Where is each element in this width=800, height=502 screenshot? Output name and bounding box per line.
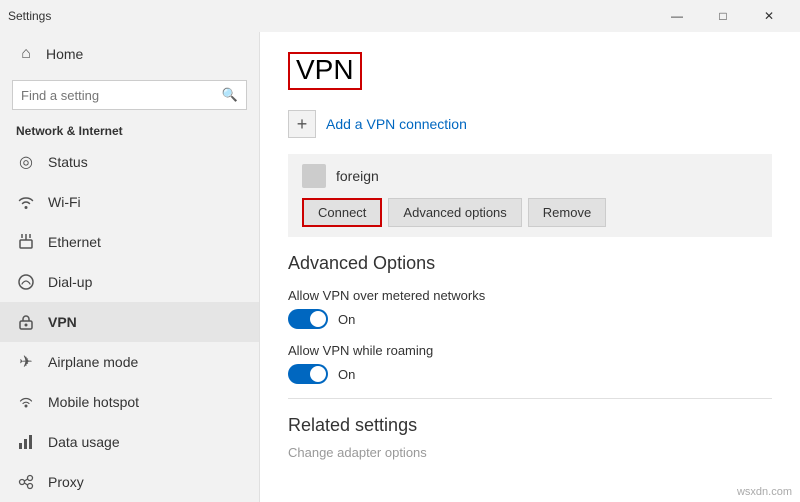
maximize-button[interactable]: □: [700, 0, 746, 32]
sidebar-item-home[interactable]: ⌂ Home: [0, 32, 259, 76]
search-icon: 🔍: [222, 87, 238, 103]
status-icon: ◎: [16, 152, 36, 172]
option1-toggle-label: On: [338, 312, 355, 327]
remove-button[interactable]: Remove: [528, 198, 606, 227]
sidebar-label-vpn: VPN: [48, 314, 77, 330]
home-icon: ⌂: [16, 44, 36, 64]
vpn-icon: [16, 312, 36, 332]
option2-toggle-label: On: [338, 367, 355, 382]
app-body: ⌂ Home 🔍 Network & Internet ◎ Status Wi-…: [0, 32, 800, 502]
sidebar-item-dialup[interactable]: Dial-up: [0, 262, 259, 302]
option2-toggle[interactable]: [288, 364, 328, 384]
sidebar-label-hotspot: Mobile hotspot: [48, 394, 139, 410]
content-area: VPN + Add a VPN connection foreign Conne…: [260, 32, 800, 502]
app-title: Settings: [8, 9, 654, 23]
sidebar-item-wifi[interactable]: Wi-Fi: [0, 182, 259, 222]
sidebar-label-dialup: Dial-up: [48, 274, 92, 290]
proxy-icon: [16, 472, 36, 492]
related-settings-title: Related settings: [288, 398, 772, 436]
sidebar-label-datausage: Data usage: [48, 434, 120, 450]
vpn-entry-icon: [302, 164, 326, 188]
add-vpn-label: Add a VPN connection: [326, 116, 467, 132]
sidebar-item-hotspot[interactable]: Mobile hotspot: [0, 382, 259, 422]
sidebar-item-proxy[interactable]: Proxy: [0, 462, 259, 502]
sidebar-item-ethernet[interactable]: Ethernet: [0, 222, 259, 262]
sidebar-item-airplane[interactable]: ✈ Airplane mode: [0, 342, 259, 382]
sidebar-label-airplane: Airplane mode: [48, 354, 138, 370]
sidebar-item-vpn[interactable]: VPN: [0, 302, 259, 342]
related-settings-section: Related settings Change adapter options: [288, 398, 772, 460]
option1-toggle[interactable]: [288, 309, 328, 329]
sidebar-label-ethernet: Ethernet: [48, 234, 101, 250]
wifi-icon: [16, 192, 36, 212]
option2-label: Allow VPN while roaming: [288, 343, 772, 358]
sidebar-item-status[interactable]: ◎ Status: [0, 142, 259, 182]
change-adapter-link[interactable]: Change adapter options: [288, 445, 427, 460]
title-bar: Settings — □ ✕: [0, 0, 800, 32]
window-controls: — □ ✕: [654, 0, 792, 32]
minimize-button[interactable]: —: [654, 0, 700, 32]
watermark: wsxdn.com: [737, 486, 792, 498]
sidebar-home-label: Home: [46, 46, 83, 62]
option1-label: Allow VPN over metered networks: [288, 288, 772, 303]
advanced-options-title: Advanced Options: [288, 253, 772, 274]
vpn-entry-name: foreign: [336, 168, 379, 184]
sidebar-label-proxy: Proxy: [48, 474, 84, 490]
airplane-icon: ✈: [16, 352, 36, 372]
sidebar-search-box[interactable]: 🔍: [12, 80, 247, 110]
add-vpn-icon: +: [288, 110, 316, 138]
sidebar-label-status: Status: [48, 154, 88, 170]
add-vpn-row[interactable]: + Add a VPN connection: [288, 110, 772, 138]
sidebar: ⌂ Home 🔍 Network & Internet ◎ Status Wi-…: [0, 32, 260, 502]
vpn-entry-buttons: Connect Advanced options Remove: [302, 198, 758, 227]
option1-toggle-row: On: [288, 309, 772, 329]
hotspot-icon: [16, 392, 36, 412]
page-title: VPN: [288, 52, 362, 90]
close-button[interactable]: ✕: [746, 0, 792, 32]
search-input[interactable]: [21, 88, 222, 103]
sidebar-item-datausage[interactable]: Data usage: [0, 422, 259, 462]
connect-button[interactable]: Connect: [302, 198, 382, 227]
datausage-icon: [16, 432, 36, 452]
vpn-entry-header: foreign: [302, 164, 758, 188]
dialup-icon: [16, 272, 36, 292]
advanced-options-section: Advanced Options Allow VPN over metered …: [288, 253, 772, 384]
advanced-options-button[interactable]: Advanced options: [388, 198, 521, 227]
option2-toggle-row: On: [288, 364, 772, 384]
ethernet-icon: [16, 232, 36, 252]
sidebar-section-title: Network & Internet: [0, 118, 259, 142]
vpn-entry: foreign Connect Advanced options Remove: [288, 154, 772, 237]
sidebar-label-wifi: Wi-Fi: [48, 194, 81, 210]
